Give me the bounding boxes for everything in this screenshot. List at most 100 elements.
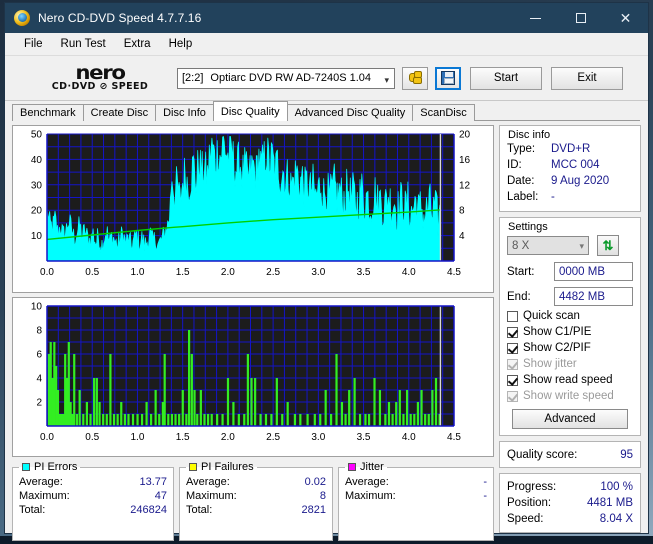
- pi-errors-stats: PI Errors Average: 13.77 Maximum: 47 Tot…: [12, 461, 174, 541]
- svg-text:8: 8: [36, 326, 42, 337]
- checkbox-icon: [507, 343, 518, 354]
- close-icon: ✕: [620, 10, 632, 27]
- svg-text:1.0: 1.0: [130, 267, 144, 278]
- menu-extra[interactable]: Extra: [115, 36, 160, 52]
- sidebar: Disc info Type: DVD+R ID: MCC 004 Date: …: [499, 125, 641, 539]
- disc-info-panel: Disc info Type: DVD+R ID: MCC 004 Date: …: [499, 125, 641, 212]
- statistics-row: PI Errors Average: 13.77 Maximum: 47 Tot…: [12, 461, 494, 541]
- svg-text:2.5: 2.5: [266, 267, 280, 278]
- value: DVD+R: [551, 141, 590, 157]
- chevron-down-icon: ▾: [579, 241, 584, 252]
- pie-chart-container: 1020304050481216200.00.51.01.52.02.53.03…: [12, 125, 494, 293]
- checkbox-show-c2-pif[interactable]: Show C2/PIF: [507, 342, 633, 354]
- exit-button[interactable]: Exit: [551, 67, 623, 90]
- end-input[interactable]: 4482 MB: [554, 287, 633, 306]
- label: Show C2/PIF: [523, 342, 591, 354]
- disc-date-row: Date: 9 Aug 2020: [507, 173, 633, 189]
- tab-strip: Benchmark Create Disc Disc Info Disc Qua…: [5, 101, 648, 121]
- svg-text:10: 10: [31, 302, 43, 313]
- svg-text:40: 40: [31, 155, 43, 166]
- save-button[interactable]: [435, 67, 461, 90]
- settings-panel: Settings 8 X ▾ ⇅ Start: 0000 MB End:: [499, 217, 641, 436]
- svg-text:4.5: 4.5: [447, 267, 461, 278]
- checkbox-quick-scan[interactable]: Quick scan: [507, 310, 633, 322]
- tab-disc-info[interactable]: Disc Info: [155, 104, 214, 121]
- label: Show read speed: [523, 374, 613, 386]
- disc-label-row: Label: -: [507, 189, 633, 205]
- start-input[interactable]: 0000 MB: [554, 262, 633, 281]
- checkbox-show-write-speed: Show write speed: [507, 390, 633, 402]
- charts-column: 1020304050481216200.00.51.01.52.02.53.03…: [12, 125, 494, 539]
- label: Speed:: [507, 511, 543, 527]
- label: Total:: [186, 503, 212, 517]
- save-floppy-icon: [441, 71, 455, 85]
- speed-row: Speed: 8.04 X: [507, 511, 633, 527]
- svg-text:4: 4: [459, 231, 465, 242]
- minimize-button[interactable]: [513, 3, 558, 33]
- start-button[interactable]: Start: [470, 67, 542, 90]
- menu-run-test[interactable]: Run Test: [52, 36, 115, 52]
- svg-text:0.5: 0.5: [85, 432, 99, 443]
- svg-text:1.5: 1.5: [176, 432, 190, 443]
- value: 246824: [130, 503, 167, 517]
- pi-failures-average-row: Average: 0.02: [186, 475, 326, 489]
- refresh-arrows-icon: ⇅: [603, 239, 614, 252]
- pi-errors-average-row: Average: 13.77: [19, 475, 167, 489]
- position-row: Position: 4481 MB: [507, 495, 633, 511]
- label: Total:: [19, 503, 45, 517]
- pi-errors-total-row: Total: 246824: [19, 503, 167, 517]
- checkbox-icon: [507, 375, 518, 386]
- end-field-row: End: 4482 MB: [507, 287, 633, 306]
- tab-create-disc[interactable]: Create Disc: [83, 104, 156, 121]
- speed-select[interactable]: 8 X ▾: [507, 236, 589, 255]
- tab-scandisc[interactable]: ScanDisc: [412, 104, 474, 121]
- value: 8.04 X: [600, 511, 633, 527]
- pi-failures-maximum-row: Maximum: 8: [186, 489, 326, 503]
- window-title: Nero CD-DVD Speed 4.7.7.16: [38, 11, 201, 25]
- value: 8: [320, 489, 326, 503]
- svg-text:4.5: 4.5: [447, 432, 461, 443]
- tab-disc-quality[interactable]: Disc Quality: [213, 101, 288, 121]
- nero-logo: nero CD·DVD ⊘ SPEED: [13, 65, 173, 92]
- tab-advanced-disc-quality[interactable]: Advanced Disc Quality: [287, 104, 414, 121]
- svg-text:0.0: 0.0: [40, 267, 54, 278]
- checkbox-show-c1-pie[interactable]: Show C1/PIE: [507, 326, 633, 338]
- advanced-button[interactable]: Advanced: [512, 409, 628, 429]
- quality-score-panel: Quality score: 95: [499, 441, 641, 468]
- svg-text:1.5: 1.5: [176, 267, 190, 278]
- pif-chart-container: 2468100.00.51.01.52.02.53.03.54.04.5: [12, 297, 494, 457]
- svg-text:20: 20: [459, 130, 471, 141]
- maximize-button[interactable]: [558, 3, 603, 33]
- value: MCC 004: [551, 157, 600, 173]
- label: Average:: [19, 475, 63, 489]
- refresh-button[interactable]: ⇅: [597, 235, 619, 256]
- svg-text:16: 16: [459, 155, 471, 166]
- menu-file[interactable]: File: [15, 36, 52, 52]
- drive-select[interactable]: [2:2] Optiarc DVD RW AD-7240S 1.04 ▾: [177, 68, 395, 89]
- value: 4481 MB: [587, 495, 633, 511]
- svg-text:4: 4: [36, 374, 42, 385]
- label: Show write speed: [523, 390, 614, 402]
- eject-button[interactable]: [402, 67, 428, 90]
- svg-text:4.0: 4.0: [402, 432, 416, 443]
- label: Average:: [186, 475, 230, 489]
- title-bar: Nero CD-DVD Speed 4.7.7.16 ✕: [5, 3, 648, 33]
- pi-failures-title: PI Failures: [201, 461, 254, 473]
- svg-text:3.5: 3.5: [357, 267, 371, 278]
- disc-type-row: Type: DVD+R: [507, 141, 633, 157]
- checkbox-icon: [507, 391, 518, 402]
- drive-index-label: [2:2]: [182, 72, 203, 84]
- svg-text:50: 50: [31, 130, 43, 141]
- label: Show C1/PIE: [523, 326, 591, 338]
- label: Quick scan: [523, 310, 580, 322]
- start-field-row: Start: 0000 MB: [507, 262, 633, 281]
- jitter-average-row: Average: -: [345, 475, 487, 489]
- label: Date:: [507, 173, 551, 189]
- checkbox-show-jitter: Show jitter: [507, 358, 633, 370]
- tab-benchmark[interactable]: Benchmark: [12, 104, 84, 121]
- checkbox-show-read-speed[interactable]: Show read speed: [507, 374, 633, 386]
- menu-help[interactable]: Help: [160, 36, 202, 52]
- close-button[interactable]: ✕: [603, 3, 648, 33]
- svg-text:12: 12: [459, 180, 471, 191]
- end-label: End:: [507, 291, 554, 303]
